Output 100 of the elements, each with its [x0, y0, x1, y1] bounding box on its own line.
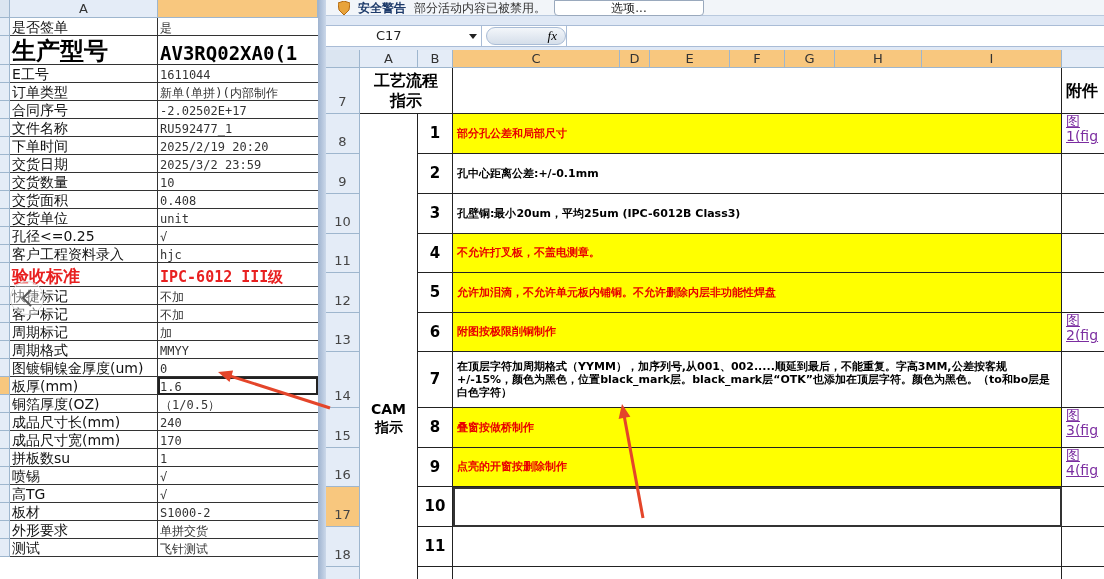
row-header[interactable]: [0, 431, 10, 449]
row-header[interactable]: [0, 449, 10, 467]
label-cell: E工号: [10, 65, 158, 83]
row-header[interactable]: [0, 395, 10, 413]
row-header[interactable]: [0, 305, 10, 323]
caret-icon: [469, 33, 477, 39]
row-header[interactable]: [0, 359, 10, 377]
step-text: 附图按极限削铜制作: [453, 313, 1062, 352]
row-header[interactable]: 18: [326, 527, 360, 567]
label-cell: 快捷标记: [10, 287, 158, 305]
row-header[interactable]: [0, 539, 10, 557]
row-header[interactable]: 16: [326, 448, 360, 487]
row-header[interactable]: [0, 101, 10, 119]
row-header[interactable]: [0, 36, 10, 65]
label-cell: 外形要求: [10, 521, 158, 539]
label-cell: 订单类型: [10, 83, 158, 101]
figure-link[interactable]: 图 2(fig: [1062, 313, 1102, 344]
column-header[interactable]: G: [785, 50, 835, 68]
label-cell: 文件名称: [10, 119, 158, 137]
row-header[interactable]: 12: [326, 273, 360, 313]
row-header[interactable]: 17: [326, 487, 360, 527]
table-header-cell: 工艺流程指示: [360, 68, 453, 114]
step-text: 在顶层字符加周期格式（YYMM），加序列号,从001、002.....顺延到最后，不能重复。字高3MM,公差按客规+/-15%，颜色为黑色，位置black_mark层。black_mark层“OTK”也添加在顶层字符。颜色为黑色。（to和bo层是白色字符）: [453, 352, 1062, 408]
row-header[interactable]: 9: [326, 154, 360, 194]
row-header[interactable]: [0, 263, 10, 287]
warning-title: 安全警告: [358, 0, 406, 17]
step-text: 允许加泪滴，不允许单元板内铺铜。不允许删除内层非功能性焊盘: [453, 273, 1062, 313]
warning-message: 部分活动内容已被禁用。: [414, 0, 546, 17]
row-header[interactable]: [0, 209, 10, 227]
column-header[interactable]: C: [453, 50, 620, 68]
options-button[interactable]: 选项...: [554, 0, 704, 16]
column-header[interactable]: I: [922, 50, 1062, 68]
label-cell: 喷锡: [10, 467, 158, 485]
column-header[interactable]: H: [835, 50, 922, 68]
figure-link[interactable]: 图 1(fig: [1062, 114, 1102, 145]
label-cell: 下单时间: [10, 137, 158, 155]
label-cell: 交货日期: [10, 155, 158, 173]
label-cell: 拼板数su: [10, 449, 158, 467]
row-header[interactable]: [0, 137, 10, 155]
row-header[interactable]: 10: [326, 194, 360, 234]
column-header[interactable]: F: [730, 50, 785, 68]
row-header[interactable]: [0, 245, 10, 263]
label-cell: 合同序号: [10, 101, 158, 119]
column-header[interactable]: B: [418, 50, 453, 68]
label-cell: 客户标记: [10, 305, 158, 323]
label-cell: 周期格式: [10, 341, 158, 359]
row-header[interactable]: [0, 18, 10, 36]
column-header[interactable]: D: [620, 50, 650, 68]
row-header[interactable]: [0, 227, 10, 245]
row-header[interactable]: 14: [326, 352, 360, 408]
label-cell: 成品尺寸宽(mm): [10, 431, 158, 449]
row-header[interactable]: [0, 119, 10, 137]
row-header[interactable]: [0, 341, 10, 359]
label-cell: 验收标准: [10, 263, 158, 287]
column-header[interactable]: A: [10, 0, 158, 18]
row-header[interactable]: 7: [326, 68, 360, 114]
step-text: 孔壁铜:最小20um，平均25um (IPC-6012B Class3): [453, 194, 1062, 234]
row-header[interactable]: [0, 521, 10, 539]
corner-cell: [326, 50, 360, 68]
row-header[interactable]: [0, 287, 10, 305]
row-header[interactable]: [0, 413, 10, 431]
label-cell: 生产型号: [10, 36, 158, 65]
step-text: 孔中心距离公差:+/-0.1mm: [453, 154, 1062, 194]
row-header[interactable]: [0, 485, 10, 503]
step-text: 叠窗按做桥制作: [453, 408, 1062, 448]
row-header[interactable]: [0, 467, 10, 485]
label-cell: 成品尺寸长(mm): [10, 413, 158, 431]
value-cell: 1.6: [158, 377, 318, 395]
row-header[interactable]: [0, 191, 10, 209]
row-header[interactable]: [0, 155, 10, 173]
label-cell: 板厚(mm): [10, 377, 158, 395]
label-cell: 孔径<=0.25: [10, 227, 158, 245]
row-header[interactable]: 13: [326, 313, 360, 352]
table-header-cell: 附件: [1062, 68, 1104, 114]
row-header[interactable]: 15: [326, 408, 360, 448]
row-header[interactable]: [0, 503, 10, 521]
row-header[interactable]: [0, 173, 10, 191]
label-cell: 周期标记: [10, 323, 158, 341]
row-header[interactable]: [0, 377, 10, 395]
label-cell: 板材: [10, 503, 158, 521]
column-header[interactable]: [1062, 50, 1104, 68]
figure-link[interactable]: 图 3(fig: [1062, 408, 1102, 439]
row-header[interactable]: 11: [326, 234, 360, 273]
name-box[interactable]: C17: [326, 26, 482, 46]
label-cell: 是否签单: [10, 18, 158, 36]
label-cell: 图镀铜镍金厚度(um): [10, 359, 158, 377]
figure-link[interactable]: 图 4(fig: [1062, 448, 1102, 479]
column-header[interactable]: [158, 0, 318, 18]
row-header[interactable]: [0, 83, 10, 101]
row-header[interactable]: [0, 65, 10, 83]
label-cell: 交货数量: [10, 173, 158, 191]
step-text: 不允许打叉板，不盖电测章。: [453, 234, 1062, 273]
row-header[interactable]: 8: [326, 114, 360, 154]
label-cell: 交货单位: [10, 209, 158, 227]
row-header[interactable]: [0, 323, 10, 341]
shield-icon: [338, 0, 350, 15]
formula-button[interactable]: fx: [486, 27, 566, 45]
column-header[interactable]: A: [360, 50, 418, 68]
step-text: 点亮的开窗按删除制作: [453, 448, 1062, 487]
column-header[interactable]: E: [650, 50, 730, 68]
